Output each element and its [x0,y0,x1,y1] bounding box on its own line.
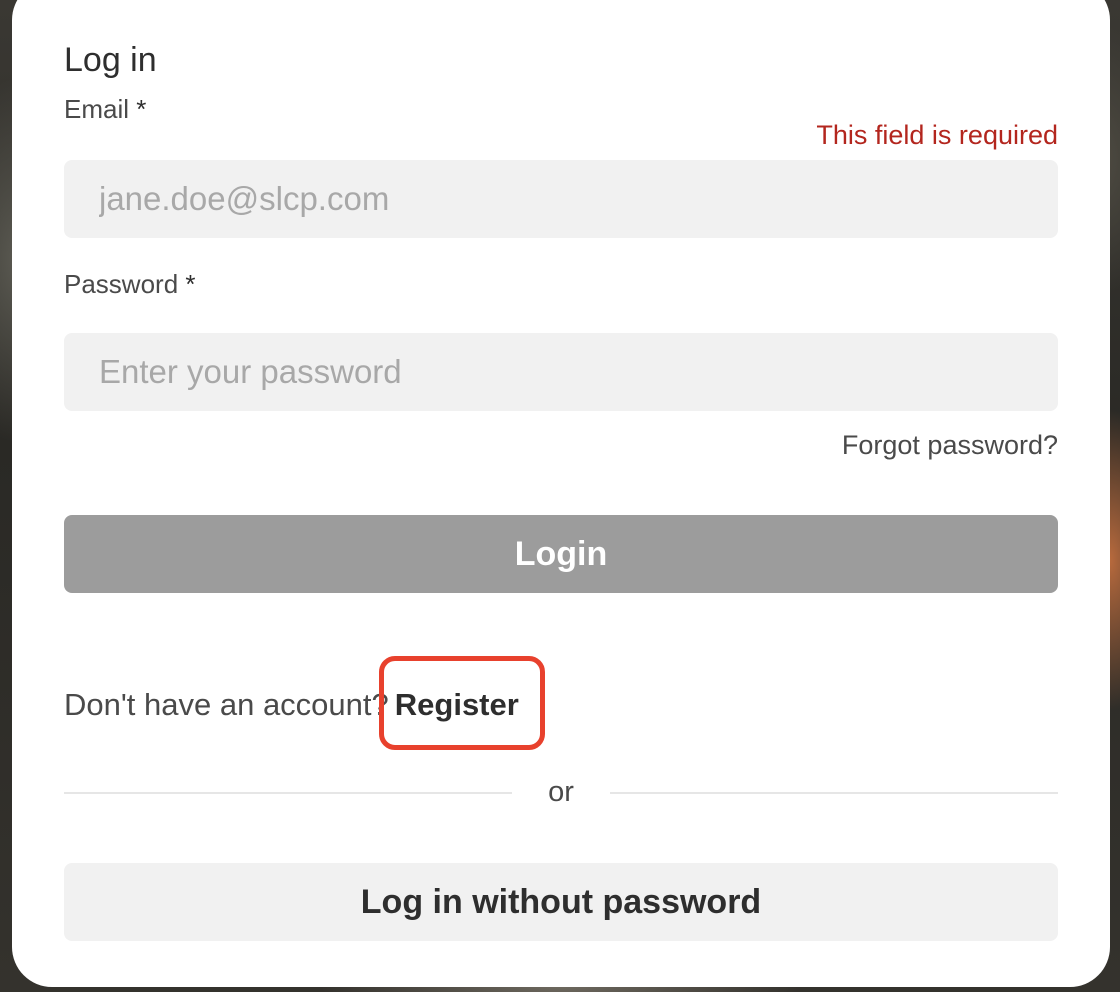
login-card: Log in Email * This field is required Pa… [12,0,1110,987]
register-row: Don't have an account? Register [64,656,545,750]
email-label-text: Email [64,94,130,124]
password-field[interactable] [64,333,1058,411]
register-prompt: Don't have an account? [64,687,389,722]
email-field[interactable] [64,160,1058,238]
email-error-message: This field is required [816,120,1058,150]
page-title: Log in [64,41,157,79]
email-required-mark: * [136,94,147,124]
password-required-mark: * [185,269,196,299]
password-label-text: Password [64,269,179,299]
forgot-password-link[interactable]: Forgot password? [842,428,1058,462]
passwordless-login-button[interactable]: Log in without password [64,863,1058,941]
register-link[interactable]: Register [378,656,545,750]
divider-line-right [610,792,1058,794]
or-divider: or [64,776,1058,808]
email-label: Email * [64,92,146,126]
password-label: Password * [64,267,196,301]
login-button[interactable]: Login [64,515,1058,593]
